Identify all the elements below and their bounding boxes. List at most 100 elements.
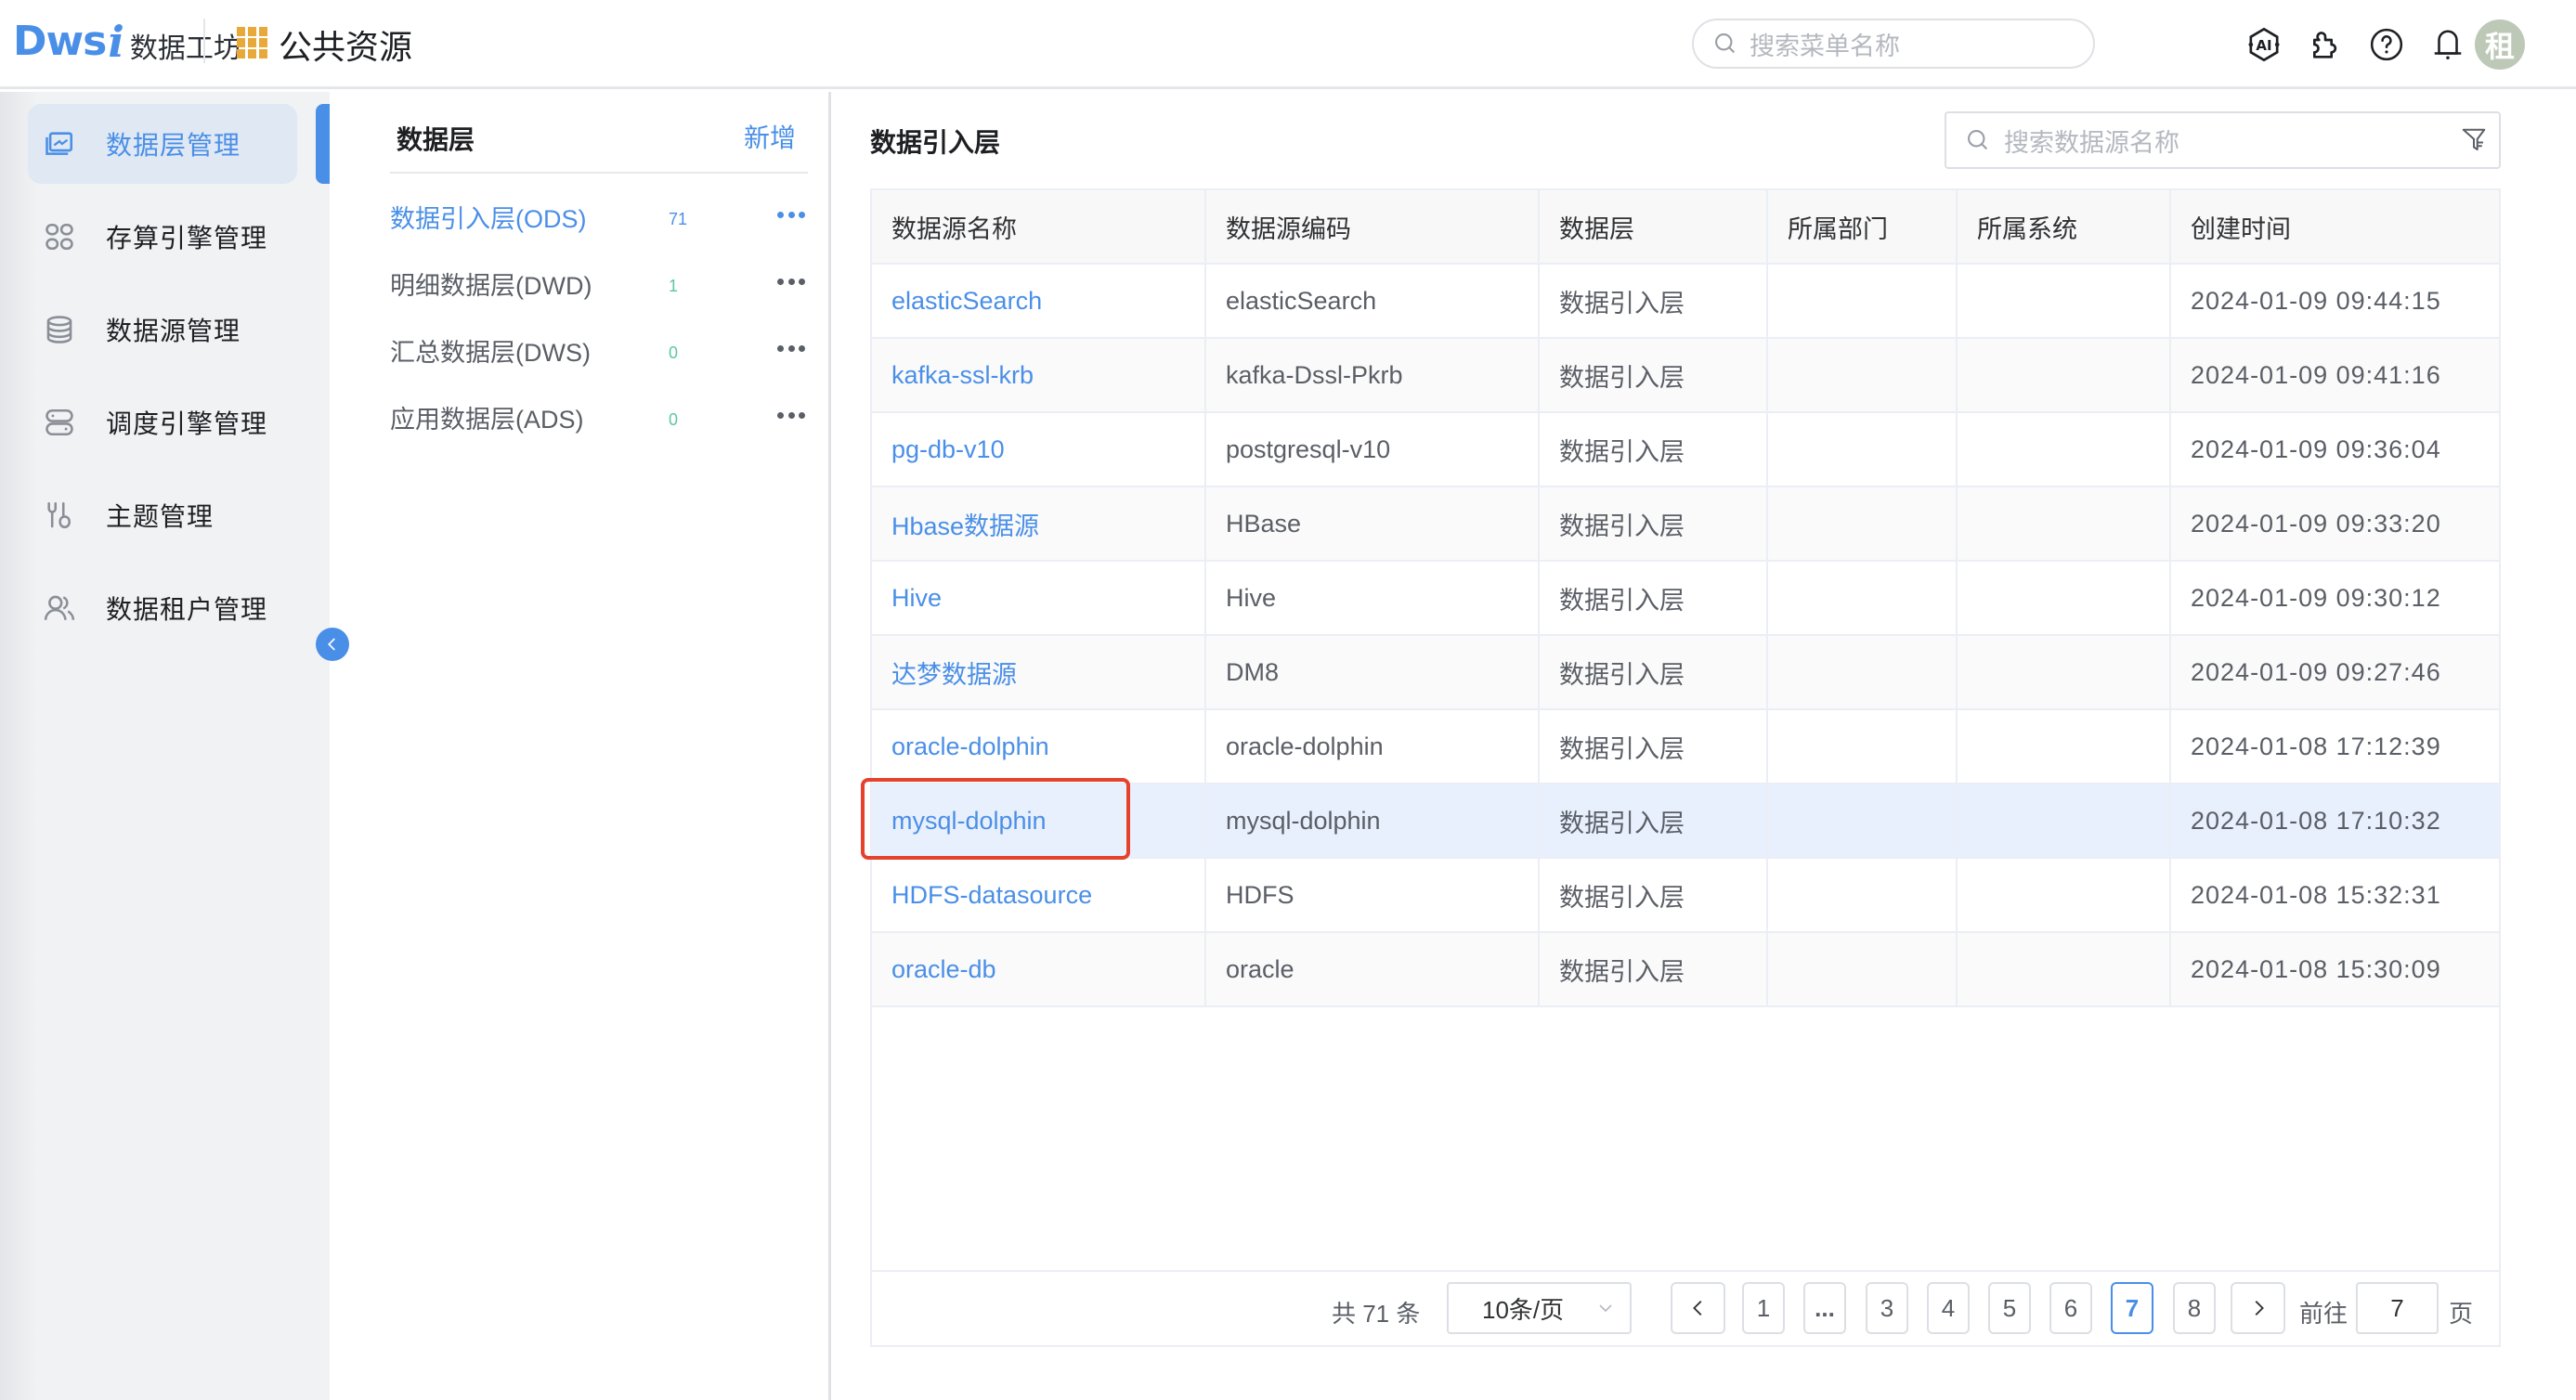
table-row[interactable]: Hbase数据源 HBase 数据引入层 2024-01-09 09:33:20: [872, 486, 2499, 562]
data-layer-icon: [41, 125, 78, 162]
created-time: 2024-01-09 09:33:20: [2170, 486, 2499, 562]
datasource-name-link[interactable]: Hive: [872, 561, 1206, 636]
sidebar-item-scheduler[interactable]: 调度引擎管理: [28, 382, 297, 462]
help-button[interactable]: [2368, 26, 2405, 63]
app-logo[interactable]: Dws i 数据工坊: [13, 17, 241, 67]
page-button[interactable]: 1: [1742, 1282, 1785, 1334]
data-layer: 数据引入层: [1539, 858, 1768, 933]
layer-item-dws[interactable]: 汇总数据层(DWS) 0: [390, 322, 813, 378]
layer-panel: 数据层 新增 数据引入层(ODS) 71 明细数据层(DWD) 1 汇总数据层(…: [330, 92, 831, 1400]
datasource-name-link[interactable]: elasticSearch: [872, 264, 1206, 339]
page-size-select[interactable]: 10条/页: [1447, 1282, 1632, 1334]
more-icon[interactable]: [777, 272, 805, 291]
layer-panel-title: 数据层: [397, 125, 475, 154]
datasource-code: Hive: [1205, 561, 1540, 636]
data-layer: 数据引入层: [1539, 338, 1768, 413]
table-row[interactable]: oracle-db oracle 数据引入层 2024-01-08 15:30:09: [872, 932, 2499, 1007]
notification-button[interactable]: [2429, 26, 2466, 63]
search-icon: [1715, 33, 1736, 54]
add-layer-button[interactable]: 新增: [744, 118, 796, 155]
tools-icon: [41, 497, 78, 534]
department: [1767, 709, 1958, 784]
page-button[interactable]: 3: [1866, 1282, 1908, 1334]
page-size-value: 10条/页: [1482, 1295, 1565, 1324]
ai-assistant-button[interactable]: AI: [2245, 26, 2283, 63]
sidebar-item-datasource[interactable]: 数据源管理: [28, 290, 297, 369]
datasource-name-link[interactable]: HDFS-datasource: [872, 858, 1206, 933]
datasource-code: mysql-dolphin: [1205, 784, 1540, 859]
table-row[interactable]: Hive Hive 数据引入层 2024-01-09 09:30:12: [872, 561, 2499, 636]
more-icon[interactable]: [777, 339, 805, 357]
column-header: 所属系统: [1957, 190, 2171, 265]
user-avatar[interactable]: 租: [2475, 19, 2525, 70]
department: [1767, 932, 1958, 1007]
table-row[interactable]: mysql-dolphin mysql-dolphin 数据引入层 2024-01-0…: [872, 784, 2499, 859]
sidebar-item-label: 数据源管理: [106, 317, 241, 345]
goto-page-input[interactable]: [2356, 1282, 2439, 1334]
layer-count: 0: [669, 409, 679, 429]
datasource-name-link[interactable]: Hbase数据源: [872, 486, 1206, 562]
column-header: 数据源编码: [1205, 190, 1540, 265]
department: [1767, 412, 1958, 487]
department: [1767, 858, 1958, 933]
layer-item-ads[interactable]: 应用数据层(ADS) 0: [390, 389, 813, 445]
created-time: 2024-01-09 09:36:04: [2170, 412, 2499, 487]
page-button[interactable]: 6: [2049, 1282, 2092, 1334]
page-button[interactable]: 8: [2173, 1282, 2216, 1334]
page-button[interactable]: 5: [1988, 1282, 2031, 1334]
department: [1767, 635, 1958, 710]
help-icon: [2370, 28, 2403, 61]
table-row[interactable]: HDFS-datasource HDFS 数据引入层 2024-01-08 15:32…: [872, 858, 2499, 933]
datasource-code: postgresql-v10: [1205, 412, 1540, 487]
system: [1957, 932, 2171, 1007]
layer-item-ods[interactable]: 数据引入层(ODS) 71: [390, 188, 813, 244]
datasource-name-link[interactable]: 达梦数据源: [872, 635, 1206, 710]
database-icon: [41, 311, 78, 348]
table-row[interactable]: kafka-ssl-krb kafka-Dssl-Pkrb 数据引入层 2024-01…: [872, 338, 2499, 413]
sidebar-item-data-layer[interactable]: 数据层管理: [28, 104, 297, 184]
ai-icon: AI: [2248, 27, 2280, 62]
table-row[interactable]: oracle-dolphin oracle-dolphin 数据引入层 2024-01…: [872, 709, 2499, 784]
next-page-button[interactable]: [2231, 1282, 2285, 1334]
more-icon[interactable]: [777, 406, 805, 424]
more-icon[interactable]: [777, 205, 805, 224]
sidebar-item-topic[interactable]: 主题管理: [28, 475, 297, 555]
table-row[interactable]: 达梦数据源 DM8 数据引入层 2024-01-09 09:27:46: [872, 635, 2499, 710]
sidebar-item-tenant[interactable]: 数据租户管理: [28, 568, 297, 648]
compute-engine-icon: [41, 218, 78, 255]
filter-icon[interactable]: [2460, 126, 2488, 154]
page-button[interactable]: 4: [1927, 1282, 1970, 1334]
datasource-name-link[interactable]: mysql-dolphin: [872, 784, 1206, 859]
page-button[interactable]: 7: [2111, 1282, 2153, 1334]
sidebar-item-label: 数据层管理: [106, 131, 241, 160]
sidebar-item-compute-engine[interactable]: 存算引擎管理: [28, 197, 297, 277]
table-row[interactable]: pg-db-v10 postgresql-v10 数据引入层 2024-01-09 0…: [872, 412, 2499, 487]
prev-page-button[interactable]: [1671, 1282, 1725, 1334]
data-layer: 数据引入层: [1539, 412, 1768, 487]
page-ellipsis-button[interactable]: ...: [1803, 1282, 1846, 1334]
sidebar: 数据层管理 存算引擎管理 数据源管理 调度引擎管理 主题管理 数据租户管理: [0, 92, 330, 1400]
layer-count: 71: [669, 209, 688, 228]
datasource-code: kafka-Dssl-Pkrb: [1205, 338, 1540, 413]
system: [1957, 858, 2171, 933]
top-header: Dws i 数据工坊 公共资源 搜索菜单名称 AI 租: [0, 0, 2576, 89]
plugin-button[interactable]: [2307, 26, 2344, 63]
app-grid-icon[interactable]: [237, 27, 268, 60]
datasource-name-link[interactable]: oracle-db: [872, 932, 1206, 1007]
datasource-name-link[interactable]: pg-db-v10: [872, 412, 1206, 487]
bell-icon: [2434, 30, 2462, 59]
datasource-name-link[interactable]: oracle-dolphin: [872, 709, 1206, 784]
layer-count: 1: [669, 276, 679, 295]
department: [1767, 784, 1958, 859]
data-layer: 数据引入层: [1539, 784, 1768, 859]
chevron-left-icon: [328, 638, 335, 651]
table-row[interactable]: elasticSearch elasticSearch 数据引入层 2024-01-0…: [872, 264, 2499, 339]
datasource-search-input[interactable]: 搜索数据源名称: [1945, 111, 2501, 169]
layer-divider: [390, 172, 808, 174]
datasource-name-link[interactable]: kafka-ssl-krb: [872, 338, 1206, 413]
created-time: 2024-01-09 09:30:12: [2170, 561, 2499, 636]
layer-item-dwd[interactable]: 明细数据层(DWD) 1: [390, 255, 813, 311]
department: [1767, 561, 1958, 636]
sidebar-collapse-button[interactable]: [316, 628, 349, 661]
menu-search-input[interactable]: 搜索菜单名称: [1692, 19, 2095, 69]
